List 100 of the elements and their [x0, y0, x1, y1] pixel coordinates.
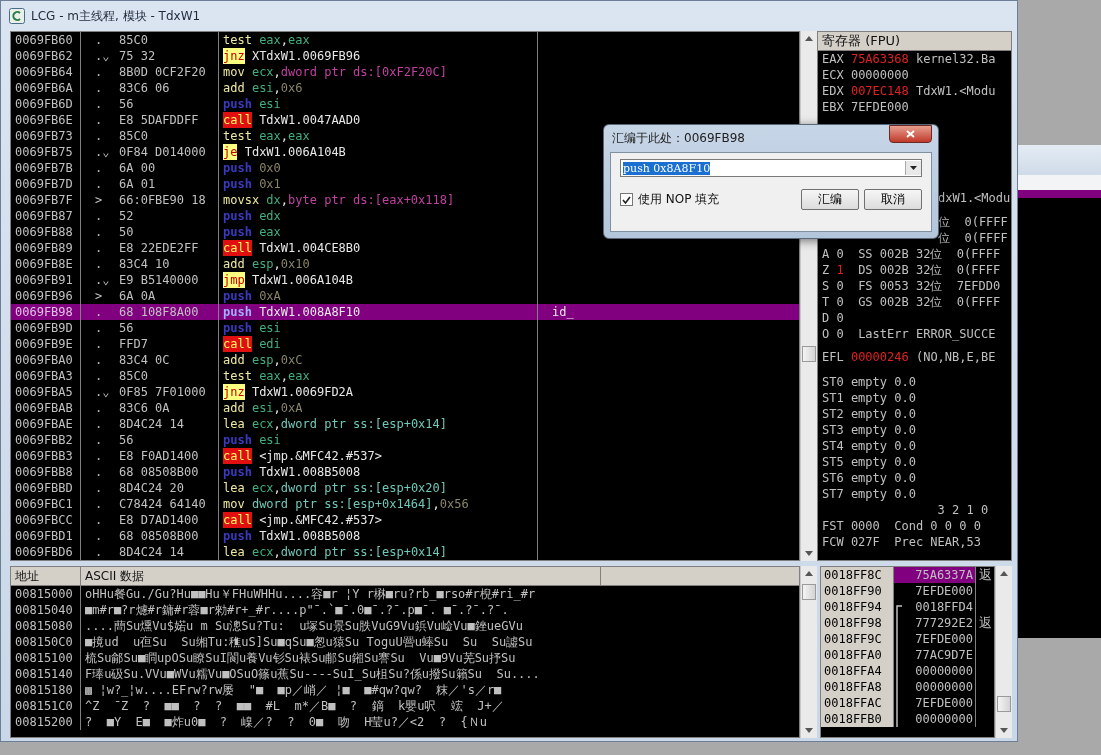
- disassembly-row[interactable]: 0069FBAE . 8D4C24 14 lea ecx,dword ptr ss:[esp+0x14]: [11, 416, 799, 432]
- stack-value[interactable]: 777292E2: [894, 615, 976, 631]
- fpu-line: ST5 empty 0.0: [821, 454, 917, 470]
- address-cell: 0069FB8E: [11, 256, 81, 272]
- disassembly-row[interactable]: 0069FBD6 . 8D4C24 14 lea ecx,dword ptr ss:[esp+0x14]: [11, 544, 799, 560]
- disassembly-row[interactable]: 0069FB98 . 68 108F8A00 push TdxW1.008A8F10 id_: [11, 304, 799, 320]
- address-cell: 0069FBCC: [11, 512, 81, 528]
- register-line: 位 0(FFFF: [938, 230, 1009, 246]
- hex-cell: E8 F0AD1400: [115, 448, 219, 464]
- instruction-field[interactable]: push 0x8A8F10: [620, 159, 922, 177]
- flow-mark: .: [94, 96, 104, 112]
- scroll-up-icon[interactable]: [805, 36, 813, 41]
- stack-value[interactable]: 77AC9D7E: [894, 647, 976, 663]
- dialog-button[interactable]: 取消: [864, 189, 922, 210]
- hex-cell: E8 D7AD1400: [115, 512, 219, 528]
- disassembly-row[interactable]: 0069FB89 . E8 22EDE2FF call TdxW1.004CE8B0: [11, 240, 799, 256]
- address-cell: 0069FBB2: [11, 432, 81, 448]
- instruction-cell: mov ecx,dword ptr ds:[0xF2F20C]: [219, 64, 538, 80]
- address-cell: 0069FBD6: [11, 544, 81, 560]
- stack-value[interactable]: 7EFDE000: [894, 695, 976, 711]
- instruction-cell: push TdxW1.008A8F10: [219, 304, 538, 320]
- disassembly-row[interactable]: 0069FB9E . FFD7 call edi: [11, 336, 799, 352]
- flow-mark: .: [94, 176, 104, 192]
- hex-cell: 6A 00: [115, 160, 219, 176]
- disassembly-row[interactable]: 0069FB6E . E8 5DAFDDFF call TdxW1.0047AAD0: [11, 112, 799, 128]
- scroll-down-icon[interactable]: [805, 551, 813, 556]
- flag-line: A 0 SS 002B 32位 0(FFFF: [821, 246, 1002, 262]
- dialog-title: 汇编于此处：0069FB98: [611, 130, 745, 147]
- disassembly-row[interactable]: 0069FB91 .⌄ E9 B5140000 jmp TdxW1.006A104B: [11, 272, 799, 288]
- instruction-cell: lea ecx,dword ptr ss:[esp+0x14]: [219, 416, 538, 432]
- address-cell: 0069FBAE: [11, 416, 81, 432]
- flow-mark: .: [94, 352, 104, 368]
- scroll-up-icon[interactable]: [1000, 571, 1008, 576]
- register-line: EDX 007EC148 TdxW1.<Modu: [821, 83, 997, 99]
- dump-text: F琫u砐Su.VVu■WVu糯Vu■OSuO篠u蕉Su----SuI_Su柤Su?係u撥Su籟Su Su....: [84, 666, 541, 682]
- disassembly-row[interactable]: 0069FBA5 .⌄ 0F85 7F01000 jnz TdxW1.0069FD2A: [11, 384, 799, 400]
- scrollbar-thumb[interactable]: [802, 346, 816, 362]
- disassembly-row[interactable]: 0069FBBD . 8D4C24 20 lea ecx,dword ptr ss:[esp+0x20]: [11, 480, 799, 496]
- disassembly-row[interactable]: 0069FB64 . 8B0D 0CF2F20 mov ecx,dword ptr ds:[0xF2F20C]: [11, 64, 799, 80]
- flow-mark: >: [94, 288, 104, 304]
- disassembly-row[interactable]: 0069FB75 .⌄ 0F84 D014000 je TdxW1.006A104B: [11, 144, 799, 160]
- disassembly-row[interactable]: 0069FB6A . 83C6 06 add esi,0x6: [11, 80, 799, 96]
- address-cell: 0018FFB0: [821, 711, 894, 727]
- address-cell: 0018FF98: [821, 615, 894, 631]
- disassembly-row[interactable]: 0069FBCC . E8 D7AD1400 call <jmp.&MFC42.#537>: [11, 512, 799, 528]
- scrollbar[interactable]: [995, 566, 1012, 738]
- flow-mark: .: [94, 320, 104, 336]
- address-cell: 0069FBA0: [11, 352, 81, 368]
- fpu-line: FST 0000 Cond 0 0 0 0: [821, 518, 982, 534]
- address-cell: 0069FB6E: [11, 112, 81, 128]
- disassembly-row[interactable]: 0069FBAB . 83C6 0A add esi,0xA: [11, 400, 799, 416]
- stack-value[interactable]: 00000000: [894, 679, 976, 695]
- hex-cell: 66:0FBE90 18: [115, 192, 219, 208]
- register-line: ECX 00000000: [821, 67, 910, 83]
- hex-cell: 85C0: [115, 368, 219, 384]
- instruction-cell: jnz XTdxW1.0069FB96: [219, 48, 538, 64]
- flow-mark: .⌄: [94, 384, 111, 400]
- scrollbar-thumb[interactable]: [802, 584, 816, 600]
- disassembly-row[interactable]: 0069FBD1 . 68 08508B00 push TdxW1.008B5008: [11, 528, 799, 544]
- nop-checkbox[interactable]: 使用 NOP 填充: [620, 191, 720, 208]
- comment-cell-text: 返: [978, 567, 993, 583]
- instruction-cell: jmp TdxW1.006A104B: [219, 272, 538, 288]
- dump-text: ^Z ¯Z ? ■■ ? ? ■■ #L m*／B■ ? 鏑 k嬰u呎 竤 J+／: [84, 698, 505, 714]
- disassembly-row[interactable]: 0069FBB8 . 68 08508B00 push TdxW1.008B5008: [11, 464, 799, 480]
- flow-mark: .: [94, 208, 104, 224]
- flow-mark: .: [94, 160, 104, 176]
- dropdown-icon[interactable]: [910, 166, 917, 170]
- disassembly-row[interactable]: 0069FBA0 . 83C4 0C add esp,0xC: [11, 352, 799, 368]
- scrollbar[interactable]: [800, 566, 817, 738]
- stack-value[interactable]: 0018FFD4: [894, 599, 976, 615]
- stack-value[interactable]: 7EFDE000: [894, 583, 976, 599]
- stack-value[interactable]: 7EFDE000: [894, 631, 976, 647]
- address-cell: 0069FB60: [11, 32, 81, 48]
- column-header[interactable]: ASCII 数据: [81, 567, 601, 585]
- flow-mark: .: [94, 112, 104, 128]
- address-cell: 0069FBB3: [11, 448, 81, 464]
- scroll-down-icon[interactable]: [805, 728, 813, 733]
- scroll-down-icon[interactable]: [1000, 728, 1008, 733]
- column-header[interactable]: 地址: [11, 567, 81, 585]
- scroll-up-icon[interactable]: [805, 571, 813, 576]
- instruction-cell: call <jmp.&MFC42.#537>: [219, 448, 538, 464]
- instruction-cell: add esp,0xC: [219, 352, 538, 368]
- close-button[interactable]: [889, 125, 932, 143]
- flow-mark: .: [94, 512, 104, 528]
- dialog-button[interactable]: 汇编: [801, 189, 859, 210]
- address-cell: 0069FB6A: [11, 80, 81, 96]
- flow-mark: .: [94, 32, 104, 48]
- flow-mark: .: [94, 496, 104, 512]
- scrollbar-thumb[interactable]: [997, 696, 1011, 712]
- stack-value[interactable]: 00000000: [894, 663, 976, 679]
- disassembly-row[interactable]: 0069FBB3 . E8 F0AD1400 call <jmp.&MFC42.#537>: [11, 448, 799, 464]
- hex-cell: 8D4C24 20: [115, 480, 219, 496]
- disassembly-row[interactable]: 0069FB62 .⌄ 75 32 jnz XTdxW1.0069FB96: [11, 48, 799, 64]
- stack-value[interactable]: 00000000: [894, 711, 976, 727]
- disassembly-row[interactable]: 0069FB87 . 52 push edx: [11, 208, 799, 224]
- disassembly-row[interactable]: 0069FB7D . 6A 01 push 0x1: [11, 176, 799, 192]
- stack-value[interactable]: 75A6337A: [894, 567, 976, 583]
- address-cell: 0069FBD1: [11, 528, 81, 544]
- dump-text: 梳Su鄃Su■瞷upOSu瞭SuI閬u養Vu钐Su裱Su郙Su鎺Su謇Su Vu■9Vu芜Su抒Su: [84, 650, 517, 666]
- fpu-line: 3 2 1 0: [936, 502, 990, 518]
